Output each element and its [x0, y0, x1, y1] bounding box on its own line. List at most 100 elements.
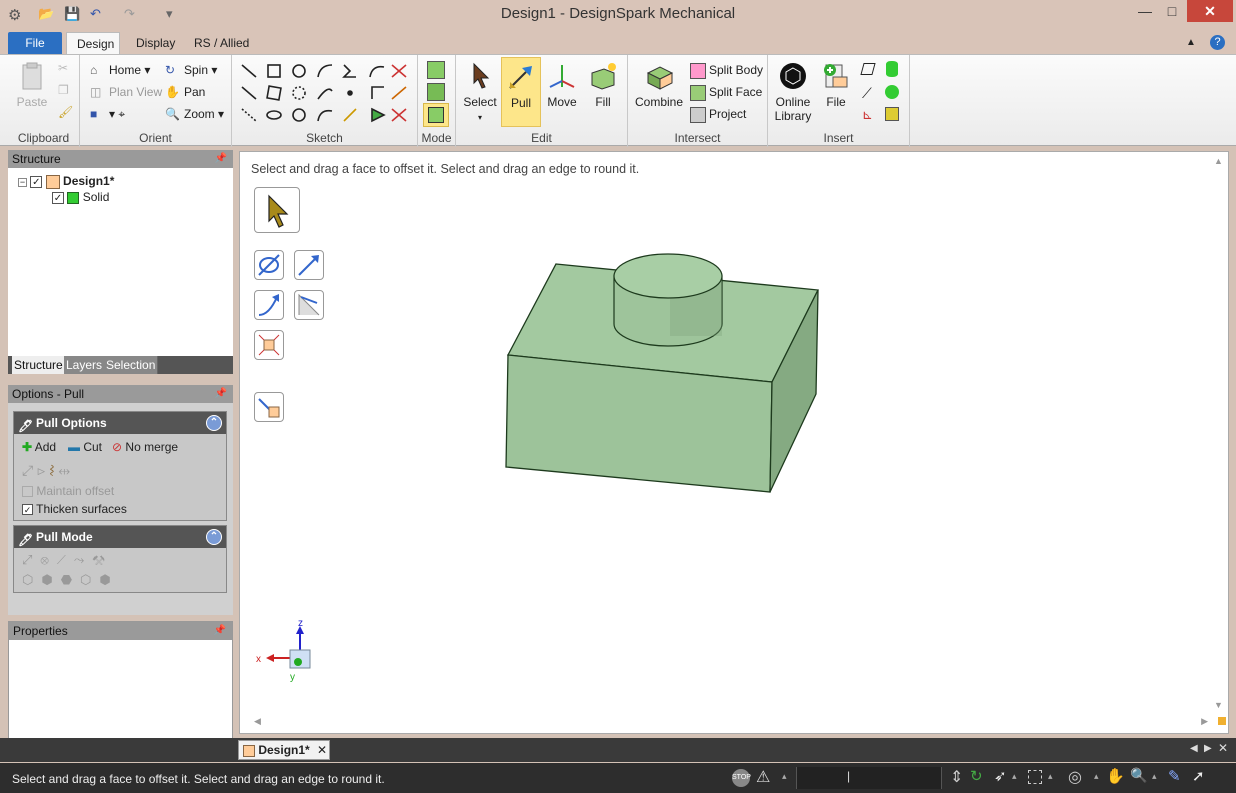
subtab-selection[interactable]: Selection — [104, 356, 159, 374]
spin-button[interactable]: ↻ Spin ▾ — [165, 63, 217, 79]
tree-item-design1[interactable]: − ✓ Design1* — [18, 174, 114, 189]
horizontal-scrollbar[interactable]: ◀ ▶ — [244, 716, 1212, 730]
pull-mode-header[interactable]: 🖊 Pull Mode ⌃ — [14, 526, 226, 548]
select-tool-option-3[interactable] — [254, 290, 284, 320]
add-option[interactable]: ✚ Add — [22, 440, 56, 454]
insert-file-button[interactable]: File — [816, 57, 856, 109]
split-face-button[interactable]: Split Face — [690, 85, 762, 101]
cut-icon[interactable]: ✂ — [58, 61, 68, 75]
pull-button[interactable]: Pull — [501, 57, 541, 127]
online-library-button[interactable]: Online Library — [770, 57, 816, 123]
tab-file[interactable]: File — [8, 32, 62, 54]
cut-option[interactable]: ▬ Cut — [68, 440, 102, 454]
plane-icon[interactable] — [860, 63, 876, 75]
sphere-icon[interactable] — [885, 85, 899, 99]
plan-view-button[interactable]: ◫ Plan View — [90, 85, 162, 101]
tab-prev-icon[interactable]: ◀ — [1190, 743, 1198, 754]
select-tool-option-5[interactable] — [254, 330, 284, 360]
paste-button[interactable]: Paste — [12, 57, 52, 109]
scroll-right-icon[interactable]: ▶ — [1201, 716, 1208, 727]
select-button[interactable]: Select ▾ — [460, 57, 500, 123]
cylinder-top[interactable] — [613, 253, 723, 299]
scroll-up-icon[interactable]: ▲ — [1214, 156, 1223, 166]
solid-model[interactable] — [500, 252, 830, 502]
pull-mode-icons-row1[interactable]: ⤢⊗⟋⤳⚒ — [22, 552, 113, 568]
orbit-icon[interactable]: ◎ — [1068, 767, 1082, 787]
subtab-structure[interactable]: Structure — [12, 356, 66, 374]
design-viewport[interactable]: Select and drag a face to offset it. Sel… — [239, 151, 1229, 734]
orbit-expand-icon[interactable]: ▴ — [1094, 771, 1099, 782]
zoom-status-icon[interactable]: 🔍 — [1130, 767, 1147, 784]
subtab-layers[interactable]: Layers — [64, 356, 106, 374]
pull-options-header[interactable]: 🖊 Pull Options ⌃ — [14, 412, 226, 434]
pen-icon[interactable]: ✎ — [1168, 767, 1181, 785]
select-tool-button[interactable] — [254, 187, 300, 233]
doc-tab-design1[interactable]: Design1* ✕ — [238, 740, 330, 760]
collapse-ribbon-icon[interactable]: ▲ — [1186, 37, 1196, 48]
collapse-chevron-icon[interactable]: ⌃ — [206, 415, 222, 431]
maintain-offset-checkbox[interactable]: Maintain offset — [22, 484, 114, 498]
axis-icon[interactable]: ⟋ — [862, 85, 872, 102]
format-painter-icon[interactable]: 🖌 — [58, 105, 73, 119]
resize-grip[interactable] — [1218, 717, 1226, 725]
close-doc-icon[interactable]: ✕ — [1218, 741, 1228, 755]
cylinder-icon[interactable] — [886, 61, 898, 77]
pin-icon[interactable]: 📌 — [215, 150, 227, 168]
visibility-checkbox[interactable]: ✓ — [30, 176, 43, 188]
fill-button[interactable]: Fill — [583, 57, 623, 109]
close-tab-icon[interactable]: ✕ — [317, 743, 327, 757]
maximize-button[interactable]: □ — [1160, 0, 1184, 22]
select-mode-expand-icon[interactable]: ▴ — [1012, 771, 1017, 782]
combine-button[interactable]: Combine — [632, 57, 686, 109]
spin-view-icon[interactable]: ↻ — [970, 767, 983, 785]
section-mode-icon[interactable] — [427, 83, 445, 101]
scroll-left-icon[interactable]: ◀ — [254, 716, 261, 727]
updown-icon[interactable]: ⇕ — [950, 767, 963, 787]
tab-design[interactable]: Design — [66, 32, 120, 54]
vertical-scrollbar[interactable]: ▲ ▼ — [1214, 156, 1226, 710]
close-button[interactable]: ✕ — [1187, 0, 1233, 22]
sketch-tools-icons[interactable] — [238, 61, 414, 127]
sketch-mode-icon[interactable] — [427, 61, 445, 79]
origin-icon[interactable]: ⊾ — [862, 107, 873, 123]
tab-next-icon[interactable]: ▶ — [1204, 743, 1212, 754]
project-button[interactable]: Project — [690, 107, 746, 123]
pan-hand-icon[interactable]: ✋ — [1106, 767, 1125, 785]
status-value-box[interactable]: | — [796, 767, 942, 789]
box-select-icon[interactable] — [1028, 770, 1042, 784]
box-select-expand-icon[interactable]: ▴ — [1048, 771, 1053, 782]
pin-icon[interactable]: 📌 — [214, 622, 226, 640]
select-tool-option-6[interactable] — [254, 392, 284, 422]
select-tool-option-1[interactable] — [254, 250, 284, 280]
zoom-expand-icon[interactable]: ▴ — [1152, 771, 1157, 782]
thicken-surfaces-checkbox[interactable]: ✓ Thicken surfaces — [22, 502, 127, 516]
tab-display[interactable]: Display — [126, 32, 185, 54]
tab-rs-allied[interactable]: RS / Allied — [184, 32, 259, 54]
select-tool-option-4[interactable] — [294, 290, 324, 320]
pull-option-icons[interactable]: ⤢ ⊳ ⌇ ⇹ — [22, 462, 70, 479]
pan-button[interactable]: ✋ Pan — [165, 85, 205, 101]
move-button[interactable]: Move — [542, 57, 582, 109]
warning-icon[interactable]: ⚠ — [756, 767, 770, 787]
scroll-down-icon[interactable]: ▼ — [1214, 700, 1223, 710]
home-button[interactable]: ⌂ Home ▾ — [90, 63, 150, 79]
copy-icon[interactable]: ❐ — [58, 83, 69, 97]
pull-mode-icons-row2[interactable]: ⬡⬢⬣⬡⬢ — [22, 572, 119, 588]
select-tool-option-2[interactable] — [294, 250, 324, 280]
collapse-chevron-icon[interactable]: ⌃ — [206, 529, 222, 545]
tree-item-solid[interactable]: ✓ Solid — [52, 190, 109, 204]
3d-mode-button[interactable] — [423, 103, 449, 127]
no-merge-option[interactable]: ⊘ No merge — [112, 440, 178, 454]
stop-icon[interactable]: STOP — [732, 769, 751, 787]
pin-icon[interactable]: 📌 — [215, 385, 227, 403]
help-icon[interactable]: ? — [1210, 35, 1225, 50]
zoom-button[interactable]: 🔍 Zoom ▾ — [165, 107, 224, 123]
view-cube-button[interactable]: ■ ▾ ⌖ — [90, 107, 125, 123]
minimize-button[interactable]: — — [1133, 0, 1157, 22]
pull-status-icon[interactable]: ➚ — [1192, 767, 1205, 785]
visibility-checkbox[interactable]: ✓ — [52, 192, 64, 204]
shell-icon[interactable] — [885, 107, 899, 121]
status-expand-icon[interactable]: ▴ — [782, 771, 787, 782]
select-mode-icon[interactable]: ➶ — [994, 767, 1007, 785]
split-body-button[interactable]: Split Body — [690, 63, 763, 79]
